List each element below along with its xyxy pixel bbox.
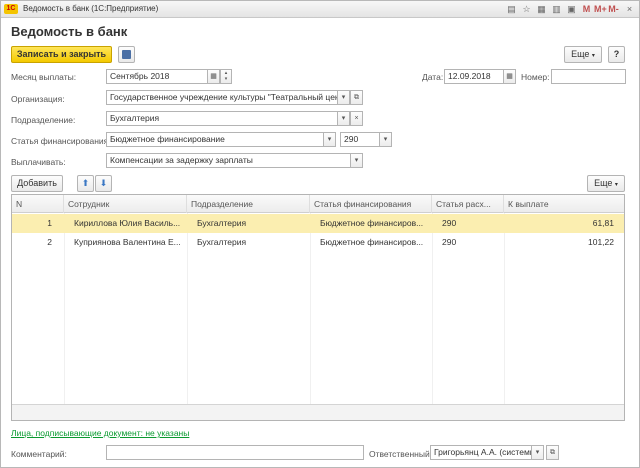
table-footer [12, 404, 624, 420]
chevron-down-icon[interactable]: ▾ [531, 445, 544, 460]
row-number: 1 [47, 218, 52, 228]
floppy-disk-icon [122, 50, 131, 59]
open-icon[interactable]: ⧉ [546, 445, 559, 460]
responsible-field[interactable]: Григорьянц А.А. (системн [430, 445, 532, 460]
save-and-close-button[interactable]: Записать и закрыть [11, 46, 112, 63]
month-label: Месяц выплаты: [11, 72, 77, 82]
employee-cell[interactable]: Куприянова Валентина Е... [70, 233, 187, 252]
pay-type-field[interactable]: Компенсации за задержку зарплаты [106, 153, 351, 168]
department-cell[interactable]: Бухгалтерия [193, 214, 310, 233]
date-field[interactable]: 12.09.2018 [444, 69, 504, 84]
finance-cell[interactable]: Бюджетное финансиров... [316, 233, 432, 252]
expense-cell[interactable]: 290 [438, 233, 504, 252]
comment-field[interactable] [106, 445, 364, 460]
table-more-button[interactable]: Еще ▾ [587, 175, 625, 192]
calendar-icon[interactable]: ▥ [551, 4, 562, 15]
calendar-icon[interactable]: ▦ [207, 69, 220, 84]
department-cell[interactable]: Бухгалтерия [193, 233, 310, 252]
col-finance[interactable]: Статья финансирования [310, 195, 432, 213]
table-header: N Сотрудник Подразделение Статья финанси… [12, 195, 624, 213]
close-icon[interactable]: × [624, 4, 635, 15]
chevron-down-icon[interactable]: ▾ [337, 111, 350, 126]
chevron-down-icon[interactable]: ▾ [323, 132, 336, 147]
app-logo-icon: 1С [4, 4, 18, 14]
star-icon[interactable]: ☆ [521, 4, 532, 15]
col-expense[interactable]: Статья расх... [432, 195, 504, 213]
doc-icon[interactable]: ▤ [506, 4, 517, 15]
org-field[interactable]: Государственное учреждение культуры "Теа… [106, 90, 338, 105]
number-label: Номер: [521, 72, 550, 82]
fin-field[interactable]: Бюджетное финансирование [106, 132, 324, 147]
save-button[interactable] [118, 46, 135, 63]
month-spinner[interactable]: ▴ ▾ [220, 69, 232, 84]
pay-label: Выплачивать: [11, 157, 66, 167]
dept-field[interactable]: Бухгалтерия [106, 111, 338, 126]
expense-cell[interactable]: 290 [438, 214, 504, 233]
more-label: Еще [571, 49, 590, 59]
table-row[interactable]: 2 Куприянова Валентина Е... Бухгалтерия … [12, 233, 624, 252]
title-bar: 1С Ведомость в банк (1С:Предприятие) ▤ ☆… [1, 1, 639, 18]
table-more-label: Еще [594, 178, 613, 188]
chevron-down-icon[interactable]: ▾ [379, 132, 392, 147]
month-field[interactable]: Сентябрь 2018 [106, 69, 208, 84]
amount-cell[interactable]: 61,81 [504, 214, 619, 233]
col-employee[interactable]: Сотрудник [64, 195, 187, 213]
chevron-down-icon[interactable]: ▾ [337, 90, 350, 105]
window-title: Ведомость в банк (1С:Предприятие) [23, 4, 159, 13]
help-button[interactable]: ? [608, 46, 625, 63]
calc-icon[interactable]: ▣ [566, 4, 577, 15]
date-label: Дата: [422, 72, 444, 82]
add-row-button[interactable]: Добавить [11, 175, 63, 192]
col-department[interactable]: Подразделение [187, 195, 310, 213]
chevron-down-icon[interactable]: ▾ [350, 153, 363, 168]
table-icon[interactable]: ▦ [536, 4, 547, 15]
fin-code-field[interactable]: 290 [340, 132, 380, 147]
calendar-icon[interactable]: ▦ [503, 69, 516, 84]
move-up-icon[interactable]: ⬆ [77, 175, 94, 192]
clear-icon[interactable]: × [350, 111, 363, 126]
col-amount[interactable]: К выплате [504, 195, 624, 213]
signers-link[interactable]: Лица, подписывающие документ: не указаны [11, 428, 189, 438]
page-title: Ведомость в банк [11, 24, 128, 39]
dept-label: Подразделение: [11, 115, 76, 125]
org-label: Организация: [11, 94, 65, 104]
memory-minus-button[interactable]: M- [608, 4, 619, 15]
finance-cell[interactable]: Бюджетное финансиров... [316, 214, 432, 233]
chevron-down-icon: ▾ [614, 182, 618, 188]
move-down-icon[interactable]: ⬇ [95, 175, 112, 192]
row-number: 2 [47, 237, 52, 247]
col-n[interactable]: N [12, 195, 64, 213]
open-icon[interactable]: ⧉ [350, 90, 363, 105]
fin-label: Статья финансирования: [11, 136, 111, 146]
amount-cell[interactable]: 101,22 [504, 233, 619, 252]
memory-m-button[interactable]: M [581, 4, 592, 15]
more-button[interactable]: Еще ▾ [564, 46, 602, 63]
document-window: 1С Ведомость в банк (1С:Предприятие) ▤ ☆… [0, 0, 640, 468]
table-row[interactable]: 1 Кириллова Юлия Василь... Бухгалтерия Б… [12, 214, 624, 233]
memory-plus-button[interactable]: M+ [594, 4, 607, 15]
employee-cell[interactable]: Кириллова Юлия Василь... [70, 214, 187, 233]
number-field[interactable] [551, 69, 626, 84]
chevron-down-icon: ▾ [591, 53, 595, 59]
employees-table: N Сотрудник Подразделение Статья финанси… [11, 194, 625, 421]
responsible-label: Ответственный: [369, 449, 433, 459]
comment-label: Комментарий: [11, 449, 67, 459]
